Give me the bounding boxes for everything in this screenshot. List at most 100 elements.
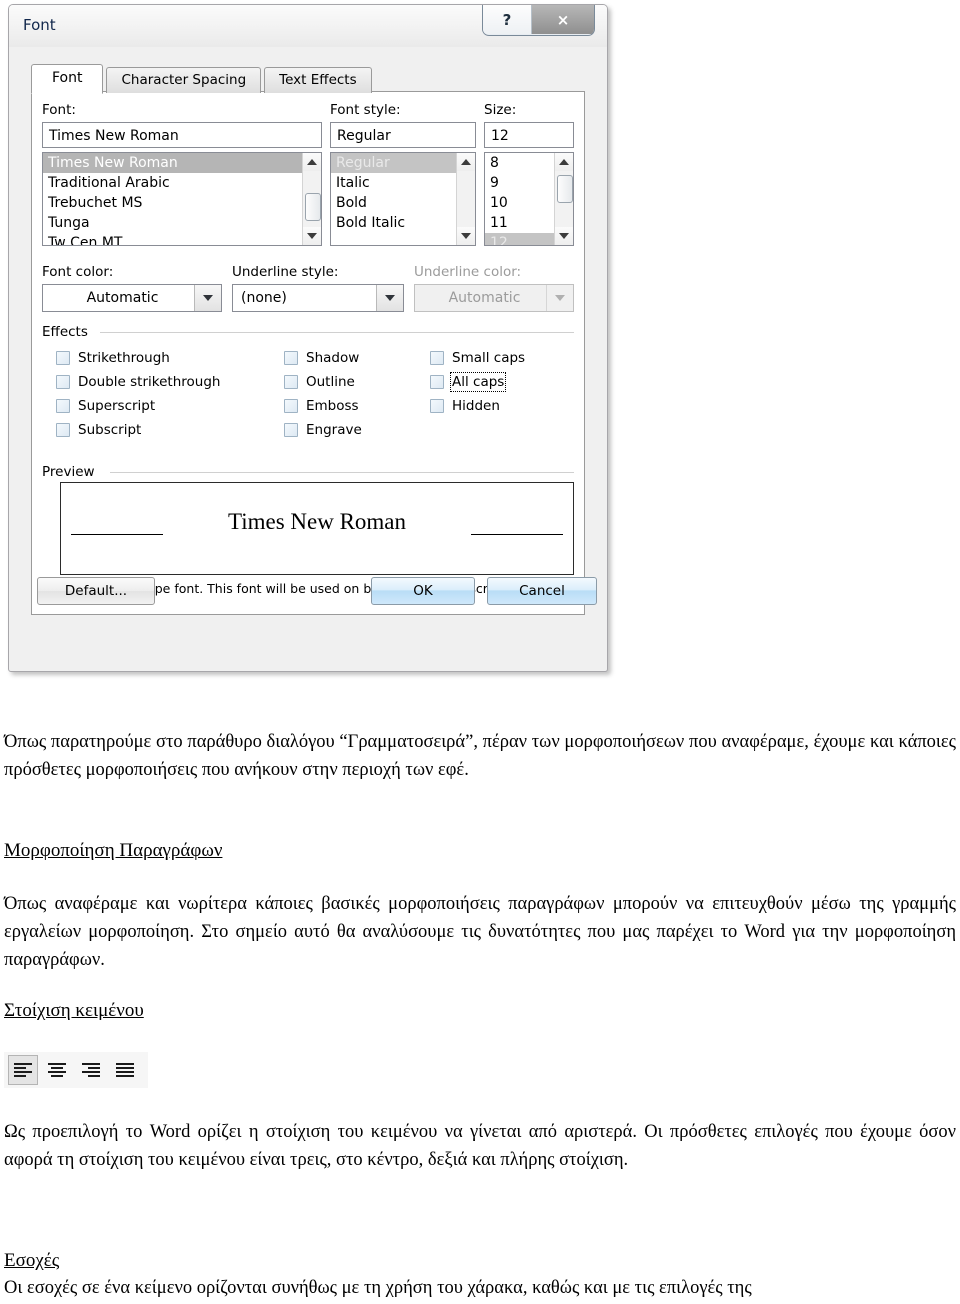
checkbox-subscript[interactable]: Subscript: [56, 422, 141, 438]
checkbox-emboss[interactable]: Emboss: [284, 398, 359, 414]
scroll-down-icon[interactable]: [303, 227, 321, 245]
font-dialog: Font ? × Font Character Spacing Text Eff…: [8, 4, 608, 672]
checkbox-icon[interactable]: [284, 399, 298, 413]
list-item[interactable]: 9: [485, 173, 555, 193]
underline-style-combo[interactable]: (none): [232, 284, 404, 312]
font-preview-text: Times New Roman: [227, 509, 407, 534]
font-size-input[interactable]: 12: [484, 122, 574, 148]
checkbox-icon[interactable]: [56, 375, 70, 389]
font-style-label: Font style:: [330, 102, 401, 118]
list-item[interactable]: Tw Cen MT: [43, 233, 303, 245]
list-item[interactable]: 11: [485, 213, 555, 233]
scroll-up-icon[interactable]: [457, 153, 475, 171]
checkbox-label: Small caps: [452, 350, 526, 366]
font-size-list[interactable]: 8 9 10 11 12: [484, 152, 574, 246]
font-color-combo[interactable]: Automatic: [42, 284, 222, 312]
list-item[interactable]: Italic: [331, 173, 457, 193]
list-item[interactable]: 10: [485, 193, 555, 213]
align-right-button[interactable]: [76, 1055, 106, 1085]
list-item[interactable]: Trebuchet MS: [43, 193, 303, 213]
font-name-input[interactable]: Times New Roman: [42, 122, 322, 148]
checkbox-shadow[interactable]: Shadow: [284, 350, 359, 366]
checkbox-small-caps[interactable]: Small caps: [430, 350, 525, 366]
list-item[interactable]: Bold: [331, 193, 457, 213]
list-item[interactable]: Bold Italic: [331, 213, 457, 233]
scroll-up-icon[interactable]: [303, 153, 321, 171]
align-center-icon: [48, 1063, 66, 1077]
font-list[interactable]: Times New Roman Traditional Arabic Trebu…: [42, 152, 322, 246]
underline-style-label: Underline style:: [232, 264, 339, 280]
list-item[interactable]: Traditional Arabic: [43, 173, 303, 193]
dialog-body: Font Character Spacing Text Effects Font…: [19, 49, 597, 619]
list-item[interactable]: Times New Roman: [43, 153, 303, 173]
checkbox-label: Double strikethrough: [78, 374, 221, 390]
checkbox-outline[interactable]: Outline: [284, 374, 355, 390]
scrollbar-thumb[interactable]: [557, 175, 573, 203]
scroll-down-icon[interactable]: [555, 227, 573, 245]
checkbox-label: Subscript: [78, 422, 142, 438]
checkbox-icon[interactable]: [430, 351, 444, 365]
checkbox-icon[interactable]: [56, 351, 70, 365]
heading-text-alignment: Στοίχιση κειμένου: [4, 1000, 144, 1021]
paragraph-indents-body: Οι εσοχές σε ένα κείμενο ορίζονται συνήθ…: [4, 1278, 752, 1298]
tab-text-effects-label: Text Effects: [279, 72, 357, 88]
ok-button[interactable]: OK: [371, 577, 475, 605]
chevron-down-icon[interactable]: [376, 285, 403, 311]
heading-paragraph-formatting: Μορφοποίηση Παραγράφων: [4, 840, 223, 861]
heading-indents: Εσοχές: [4, 1250, 60, 1271]
align-right-icon: [82, 1063, 100, 1077]
effects-group-divider: [100, 332, 574, 333]
default-button-label: Default...: [64, 583, 128, 599]
checkbox-label: Superscript: [78, 398, 156, 414]
titlebar-button-group: ? ×: [482, 5, 595, 36]
checkbox-icon[interactable]: [284, 351, 298, 365]
checkbox-label: Shadow: [306, 350, 360, 366]
list-item[interactable]: 12: [485, 233, 555, 245]
tab-character-spacing[interactable]: Character Spacing: [106, 67, 262, 93]
checkbox-icon[interactable]: [56, 399, 70, 413]
checkbox-superscript[interactable]: Superscript: [56, 398, 155, 414]
checkbox-all-caps[interactable]: All caps: [430, 372, 507, 392]
align-left-icon: [14, 1063, 32, 1077]
font-style-input[interactable]: Regular: [330, 122, 476, 148]
checkbox-label: Strikethrough: [78, 350, 170, 366]
underline-color-combo: Automatic: [414, 284, 574, 312]
scrollbar-thumb[interactable]: [305, 193, 321, 221]
tab-font[interactable]: Font: [31, 64, 104, 94]
cancel-button-label: Cancel: [519, 583, 565, 599]
checkbox-label: Engrave: [306, 422, 362, 438]
close-icon[interactable]: ×: [532, 5, 594, 34]
font-color-label: Font color:: [42, 264, 114, 280]
align-left-button[interactable]: [8, 1055, 38, 1085]
tabstrip: Font Character Spacing Text Effects: [31, 64, 375, 94]
checkbox-label: All caps: [449, 372, 507, 392]
checkbox-icon[interactable]: [56, 423, 70, 437]
tab-text-effects[interactable]: Text Effects: [264, 67, 372, 93]
cancel-button[interactable]: Cancel: [487, 577, 597, 605]
checkbox-label: Hidden: [452, 398, 500, 414]
align-justify-button[interactable]: [110, 1055, 140, 1085]
list-item[interactable]: Regular: [331, 153, 457, 173]
checkbox-double-strikethrough[interactable]: Double strikethrough: [56, 374, 220, 390]
checkbox-icon[interactable]: [430, 375, 444, 389]
checkbox-icon[interactable]: [284, 375, 298, 389]
checkbox-hidden[interactable]: Hidden: [430, 398, 500, 414]
font-style-list[interactable]: Regular Italic Bold Bold Italic: [330, 152, 476, 246]
scroll-up-icon[interactable]: [555, 153, 573, 171]
list-item[interactable]: Tunga: [43, 213, 303, 233]
checkbox-icon[interactable]: [430, 399, 444, 413]
checkbox-engrave[interactable]: Engrave: [284, 422, 362, 438]
tab-font-label: Font: [52, 70, 83, 86]
font-size-list-scrollbar[interactable]: [554, 153, 573, 245]
checkbox-icon[interactable]: [284, 423, 298, 437]
help-icon[interactable]: ?: [483, 5, 532, 34]
align-center-button[interactable]: [42, 1055, 72, 1085]
underline-style-value: (none): [241, 290, 287, 306]
default-button[interactable]: Default...: [37, 577, 155, 605]
font-style-list-scrollbar[interactable]: [456, 153, 475, 245]
scroll-down-icon[interactable]: [457, 227, 475, 245]
checkbox-strikethrough[interactable]: Strikethrough: [56, 350, 170, 366]
font-list-scrollbar[interactable]: [302, 153, 321, 245]
chevron-down-icon[interactable]: [194, 285, 221, 311]
list-item[interactable]: 8: [485, 153, 555, 173]
